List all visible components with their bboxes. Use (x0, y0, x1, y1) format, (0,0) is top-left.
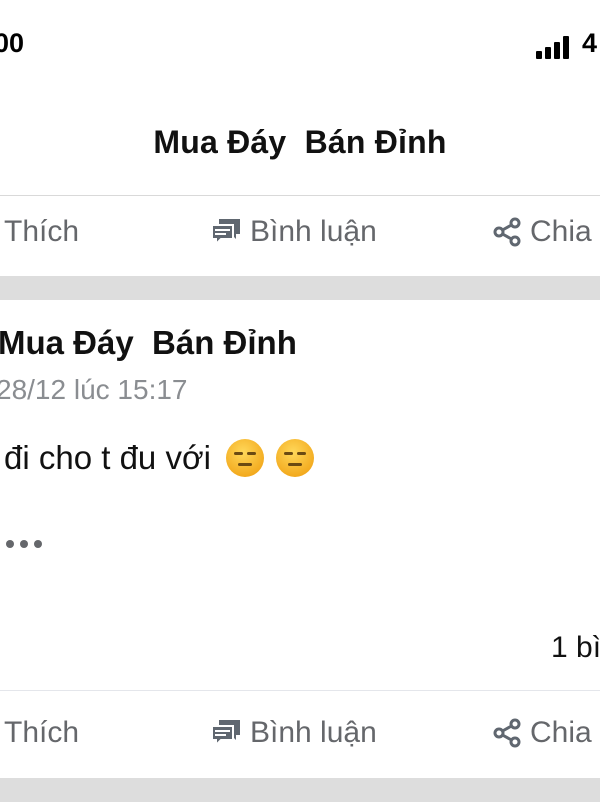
expressionless-face-icon (225, 439, 264, 477)
section-separator (0, 778, 600, 802)
comment-count[interactable]: 1 bì (551, 631, 600, 665)
status-time: 00 (0, 28, 25, 58)
comment-icon (211, 720, 240, 748)
post-action-bar: Thích Bình luận Chia (0, 698, 600, 776)
divider (0, 690, 600, 691)
comment-button[interactable]: Bình luận (210, 215, 377, 249)
share-icon (493, 217, 521, 247)
share-label: Chia (530, 716, 592, 749)
like-button[interactable]: Thích (4, 215, 79, 249)
like-label: Thích (4, 716, 80, 749)
comment-label: Bình luận (250, 215, 377, 248)
page-action-bar: Thích Bình luận Chia (0, 197, 600, 275)
page-title: Mua Đáy Bán Đỉnh (153, 124, 447, 160)
post-text-content: đi cho t đu với (4, 439, 211, 476)
more-options-icon[interactable] (6, 540, 42, 548)
comment-icon (211, 219, 240, 247)
post-text: đi cho t đu với (4, 438, 315, 478)
section-separator (0, 276, 600, 300)
share-button[interactable]: Chia (492, 716, 592, 750)
post-timestamp[interactable]: 28/12 lúc 15:17 (0, 374, 188, 406)
share-icon (493, 718, 521, 748)
share-button[interactable]: Chia (492, 215, 592, 249)
status-bar: 00 4 (0, 0, 600, 100)
like-label: Thích (4, 215, 80, 248)
signal-strength-icon (536, 35, 576, 59)
expressionless-face-icon (275, 439, 314, 477)
comment-label: Bình luận (250, 716, 377, 749)
comment-button[interactable]: Bình luận (210, 716, 377, 750)
divider (0, 195, 600, 196)
share-label: Chia (530, 215, 592, 248)
post-author[interactable]: Mua Đáy Bán Đỉnh (0, 324, 297, 362)
battery-level: 4 (582, 28, 598, 58)
like-button[interactable]: Thích (4, 716, 79, 750)
